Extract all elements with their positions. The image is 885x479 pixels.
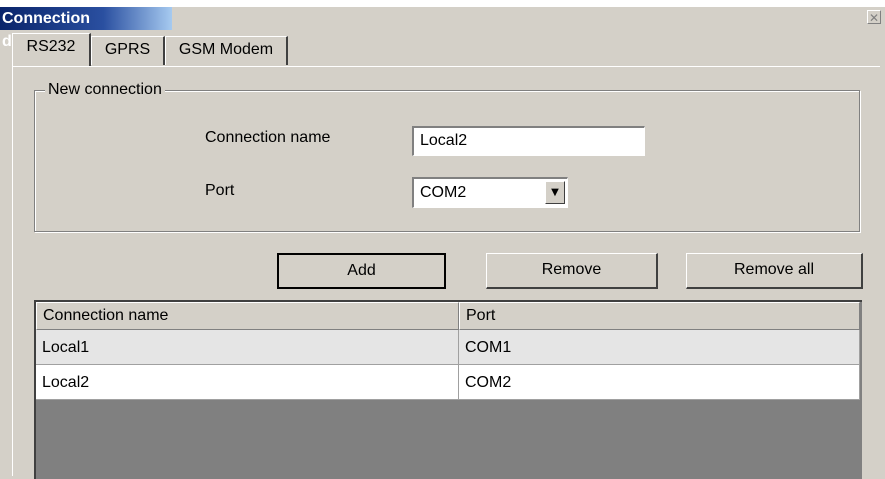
close-icon[interactable]: ✕ bbox=[867, 10, 881, 25]
tab-rs232[interactable]: RS232 bbox=[12, 33, 91, 66]
screenshot-top-edge bbox=[0, 0, 885, 7]
new-connection-group bbox=[34, 90, 860, 232]
table-row[interactable]: Local2 COM2 bbox=[36, 365, 860, 400]
table-cell-name: Local2 bbox=[36, 365, 459, 400]
connection-name-label: Connection name bbox=[205, 129, 331, 146]
table-cell-port: COM1 bbox=[459, 330, 860, 365]
tab-gsm-modem[interactable]: GSM Modem bbox=[165, 36, 288, 65]
port-label: Port bbox=[205, 182, 235, 199]
remove-all-button[interactable]: Remove all bbox=[686, 253, 863, 289]
tab-gprs[interactable]: GPRS bbox=[91, 36, 165, 65]
table-header: Connection name Port bbox=[36, 302, 860, 330]
column-header-connection-name[interactable]: Connection name bbox=[36, 302, 459, 330]
chevron-down-icon[interactable]: ▼ bbox=[545, 181, 565, 204]
title-bar: Connection definition ✕ bbox=[0, 7, 885, 50]
add-button[interactable]: Add bbox=[277, 253, 446, 289]
connection-name-input[interactable]: Local2 bbox=[412, 126, 645, 156]
port-select-value: COM2 bbox=[420, 184, 467, 201]
column-header-port[interactable]: Port bbox=[459, 302, 860, 330]
connections-table[interactable]: Connection name Port Local1 COM1 Local2 … bbox=[34, 300, 862, 479]
port-select[interactable]: COM2 ▼ bbox=[412, 177, 568, 208]
window-title: Connection definition bbox=[0, 7, 172, 50]
table-row[interactable]: Local1 COM1 bbox=[36, 330, 860, 365]
table-cell-port: COM2 bbox=[459, 365, 860, 400]
remove-button[interactable]: Remove bbox=[486, 253, 658, 289]
table-cell-name: Local1 bbox=[36, 330, 459, 365]
new-connection-group-label: New connection bbox=[45, 81, 165, 99]
